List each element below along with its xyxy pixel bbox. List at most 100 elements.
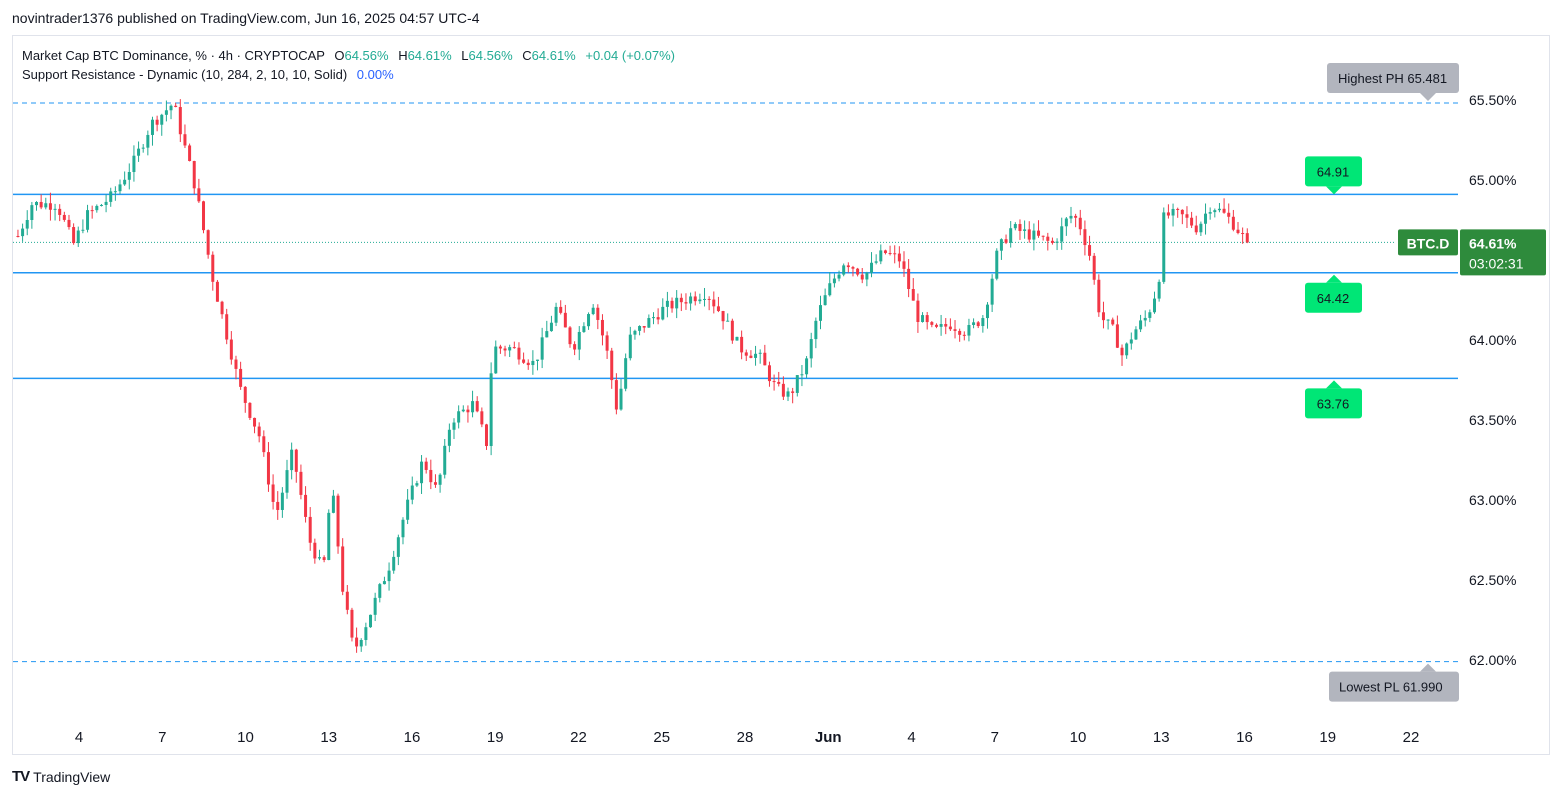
candle-down bbox=[610, 350, 614, 381]
candle-down bbox=[355, 637, 359, 647]
candle-down bbox=[596, 307, 600, 320]
candle-down bbox=[846, 265, 850, 268]
candle-down bbox=[39, 201, 43, 208]
candle-up bbox=[582, 326, 586, 332]
candle-up bbox=[619, 388, 623, 410]
legend-indicator-row[interactable]: Support Resistance - Dynamic (10, 284, 2… bbox=[22, 65, 675, 84]
candle-up bbox=[438, 474, 442, 485]
candle-up bbox=[364, 627, 368, 640]
x-tick-label: 13 bbox=[1153, 729, 1170, 746]
symbol-tag: BTC.D bbox=[1407, 235, 1450, 251]
candle-up bbox=[396, 537, 400, 557]
candle-down bbox=[1222, 208, 1226, 213]
candle-up bbox=[331, 495, 335, 513]
candle-up bbox=[30, 205, 34, 220]
bar-countdown: 03:02:31 bbox=[1469, 255, 1524, 271]
tradingview-logo-icon[interactable]: TV bbox=[12, 768, 30, 785]
candle-down bbox=[294, 449, 298, 472]
candle-down bbox=[730, 320, 734, 341]
candle-down bbox=[90, 210, 94, 212]
price-axis[interactable]: 65.50% 65.00% 64.00% 63.50% 63.00% 62.50% 62.0… bbox=[1398, 92, 1546, 668]
candle-down bbox=[336, 495, 340, 547]
lowest-pl-label: Lowest PL 61.990 bbox=[1339, 680, 1443, 695]
x-tick-label: Jun bbox=[815, 729, 842, 746]
candle-down bbox=[763, 352, 767, 366]
candle-down bbox=[1194, 225, 1198, 233]
candle-up bbox=[508, 347, 512, 351]
candle-down bbox=[1092, 255, 1096, 280]
candle-up bbox=[489, 373, 493, 447]
candle-up bbox=[985, 304, 989, 319]
candle-up bbox=[415, 483, 419, 486]
candle-up bbox=[703, 298, 707, 300]
candle-down bbox=[953, 329, 957, 331]
candle-up bbox=[447, 429, 451, 446]
candle-up bbox=[127, 172, 131, 180]
candle-up bbox=[735, 336, 739, 341]
candle-down bbox=[257, 426, 261, 437]
candle-up bbox=[1064, 218, 1068, 227]
candle-up bbox=[628, 334, 632, 359]
candle-down bbox=[211, 254, 215, 282]
candle-down bbox=[944, 324, 948, 327]
open-label: O bbox=[334, 48, 345, 63]
candle-down bbox=[341, 546, 345, 592]
candle-up bbox=[823, 295, 827, 306]
open-value: 64.56% bbox=[344, 48, 389, 63]
footer: TV TradingView bbox=[12, 768, 110, 785]
candle-down bbox=[271, 484, 275, 502]
candle-up bbox=[401, 519, 405, 538]
candle-up bbox=[1055, 241, 1059, 243]
candle-up bbox=[53, 208, 57, 210]
candle-up bbox=[406, 499, 410, 520]
x-tick-label: 4 bbox=[75, 729, 83, 746]
candle-down bbox=[1018, 224, 1022, 231]
candle-up bbox=[285, 470, 289, 493]
low-value: 64.56% bbox=[468, 48, 513, 63]
candle-up bbox=[137, 148, 141, 156]
candle-down bbox=[605, 335, 609, 351]
price-chart[interactable]: 64.91 64.42 63.76 Highest PH 65.481 Lowest P… bbox=[0, 0, 1563, 800]
candle-up bbox=[865, 272, 869, 280]
candle-up bbox=[879, 250, 883, 262]
indicator-name[interactable]: Support Resistance - Dynamic (10, 284, 2… bbox=[22, 67, 347, 82]
level-label: 64.91 bbox=[1317, 164, 1350, 179]
candle-up bbox=[1148, 312, 1152, 318]
candle-up bbox=[795, 375, 799, 393]
chart-legend: Market Cap BTC Dominance, % · 4h · CRYPT… bbox=[22, 46, 675, 84]
candle-down bbox=[484, 424, 488, 447]
candle-up bbox=[818, 305, 822, 321]
brand-name[interactable]: TradingView bbox=[33, 769, 110, 785]
candle-down bbox=[1046, 236, 1050, 241]
candle-down bbox=[772, 381, 776, 383]
high-value: 64.61% bbox=[407, 48, 452, 63]
candle-down bbox=[976, 322, 980, 327]
legend-symbol-row[interactable]: Market Cap BTC Dominance, % · 4h · CRYPT… bbox=[22, 46, 675, 65]
high-label: H bbox=[398, 48, 408, 63]
candle-up bbox=[369, 614, 373, 628]
candle-up bbox=[1204, 213, 1208, 224]
chevron-up-icon bbox=[1326, 274, 1342, 283]
candle-up bbox=[387, 570, 391, 582]
candle-down bbox=[563, 312, 567, 328]
chevron-down-icon bbox=[1326, 186, 1342, 195]
symbol-name[interactable]: Market Cap BTC Dominance, % · 4h · CRYPT… bbox=[22, 48, 325, 63]
candle-up bbox=[99, 204, 103, 206]
candle-down bbox=[897, 253, 901, 262]
candle-down bbox=[958, 330, 962, 335]
candle-down bbox=[243, 386, 247, 403]
candle-up bbox=[420, 461, 424, 484]
candle-up bbox=[661, 306, 665, 320]
candles bbox=[16, 99, 1249, 653]
candle-up bbox=[25, 219, 29, 229]
candle-down bbox=[1227, 212, 1231, 217]
candle-up bbox=[999, 239, 1003, 251]
candle-up bbox=[471, 401, 475, 413]
candle-up bbox=[874, 261, 878, 263]
candle-up bbox=[1013, 224, 1017, 229]
candle-down bbox=[1111, 319, 1115, 325]
candle-up bbox=[990, 278, 994, 305]
time-axis[interactable]: 4 7 10 13 16 19 22 25 28 Jun 4 7 10 13 16 19 22 bbox=[75, 729, 1420, 746]
x-tick-label: 16 bbox=[1236, 729, 1253, 746]
chevron-up-icon bbox=[1326, 380, 1342, 389]
